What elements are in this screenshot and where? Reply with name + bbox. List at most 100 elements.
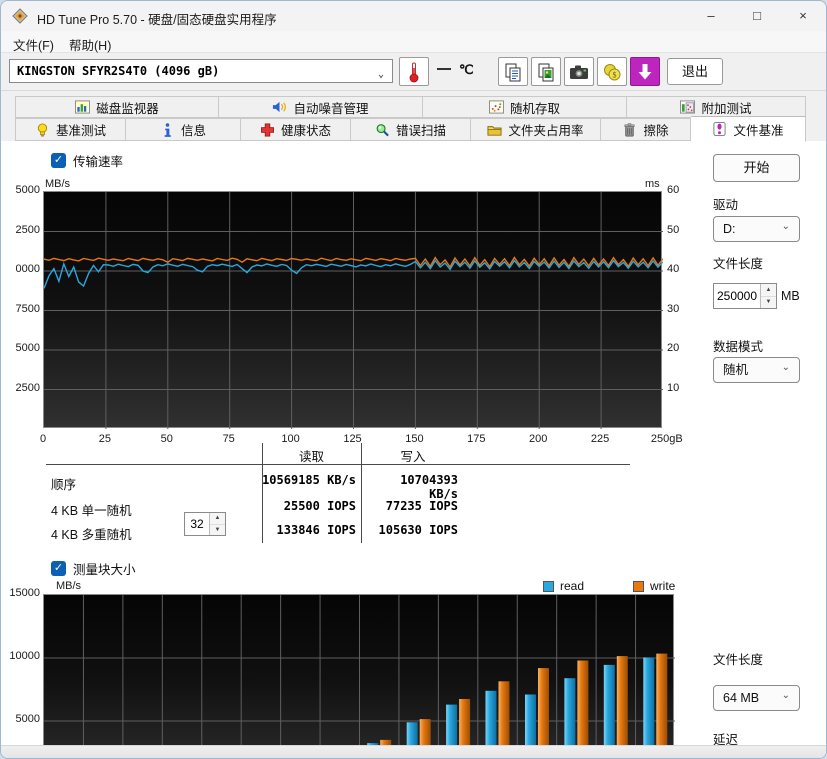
legend-write: write	[633, 579, 675, 593]
queue-depth-value: 32	[185, 513, 209, 535]
tabstrip: 磁盘监视器 自动噪音管理 随机存取	[1, 91, 826, 141]
block-size-chart	[43, 594, 674, 759]
read-swatch	[543, 581, 554, 592]
tab-auto-noise[interactable]: 自动噪音管理	[219, 96, 423, 118]
copy-image-icon	[537, 62, 555, 82]
tab-file-benchmark[interactable]: 文件基准	[691, 116, 806, 142]
chart1-x-tick: 250gB	[651, 433, 683, 445]
copy-image-button[interactable]	[531, 57, 561, 86]
write-bar	[617, 656, 628, 759]
spin-up-icon[interactable]: ▲	[761, 284, 776, 297]
results-col-read: 读取	[263, 446, 360, 465]
tab-label: 健康状态	[281, 120, 331, 139]
error-scan-icon	[375, 123, 390, 137]
maximize-button[interactable]: □	[734, 1, 780, 31]
coins-button[interactable]: $	[597, 57, 627, 86]
table-rule	[46, 464, 630, 465]
chart1-x-tick: 200	[529, 433, 547, 445]
drive-combobox[interactable]: D: ⌄	[713, 216, 800, 242]
download-arrow-button[interactable]	[630, 57, 660, 86]
menu-help[interactable]: 帮助(H)	[63, 34, 117, 55]
legend-write-label: write	[650, 579, 675, 593]
tab-extra-tests[interactable]: 附加测试	[627, 96, 806, 118]
close-button[interactable]: ×	[780, 1, 826, 31]
start-button[interactable]: 开始	[713, 154, 800, 182]
table-separator	[361, 443, 362, 543]
chart2-y-tick: 5000	[7, 713, 40, 725]
drive-select-value: KINGSTON SFYR2S4T0 (4096 gB)	[17, 64, 219, 78]
tab-label: 擦除	[643, 120, 668, 139]
block-file-length-combobox[interactable]: 64 MB ⌄	[713, 685, 800, 711]
temperature-button[interactable]	[399, 57, 429, 86]
tab-label: 基准测试	[56, 120, 106, 139]
transfer-rate-checkbox-row[interactable]: ✓ 传输速率	[51, 151, 123, 170]
tab-health[interactable]: 健康状态	[241, 118, 351, 141]
chart1-yaxis-unit: MB/s	[45, 178, 70, 190]
legend-read: read	[543, 579, 584, 593]
svg-text:$: $	[613, 70, 617, 79]
tab-folder-usage[interactable]: 文件夹占用率	[471, 118, 601, 141]
window-bottom-frame	[1, 745, 826, 759]
extra-tests-icon	[680, 100, 695, 114]
spin-down-icon[interactable]: ▼	[210, 525, 225, 536]
file-length-value: 250000	[714, 284, 760, 308]
chart1-y-right-tick: 30	[667, 303, 679, 315]
chart1-x-tick: 125	[343, 433, 361, 445]
block-size-label: 测量块大小	[73, 559, 136, 578]
spin-up-icon[interactable]: ▲	[210, 513, 225, 525]
row-sequential-label: 顺序	[51, 474, 76, 493]
chart1-y-right-tick: 40	[667, 263, 679, 275]
drive-select[interactable]: KINGSTON SFYR2S4T0 (4096 gB) ⌄	[9, 59, 393, 83]
chart1-y-left-tick: 5000	[13, 342, 40, 354]
benchmark-bulb-icon	[35, 123, 50, 137]
data-mode-combobox[interactable]: 随机 ⌄	[713, 357, 800, 383]
tab-label: 随机存取	[510, 98, 560, 117]
chart1-x-tick: 100	[281, 433, 299, 445]
row-4k-single-write: 77235 IOPS	[366, 499, 458, 513]
temperature-value-dash	[437, 68, 451, 70]
chart1-x-tick: 25	[99, 433, 111, 445]
chart1-y-left-tick: 7500	[13, 303, 40, 315]
chart1-y-right-tick: 50	[667, 224, 679, 236]
block-size-checkbox[interactable]: ✓	[51, 561, 66, 576]
temperature-unit: ℃	[459, 62, 474, 78]
tab-benchmark[interactable]: 基准测试	[15, 118, 126, 141]
hd-tune-window: HD Tune Pro 5.70 - 硬盘/固态硬盘实用程序 – □ × 文件(…	[0, 0, 827, 759]
folder-icon	[487, 123, 502, 137]
spin-down-icon[interactable]: ▼	[761, 297, 776, 309]
menu-file[interactable]: 文件(F)	[7, 34, 60, 55]
copy-text-button[interactable]	[498, 57, 528, 86]
chart1-y-left-tick: 2500	[13, 224, 40, 236]
transfer-rate-checkbox[interactable]: ✓	[51, 153, 66, 168]
chart2-y-tick: 10000	[7, 650, 40, 662]
file-length-spinner[interactable]: 250000 ▲ ▼	[713, 283, 777, 309]
copy-text-icon	[504, 62, 522, 82]
block-size-checkbox-row[interactable]: ✓ 测量块大小	[51, 559, 136, 578]
toolbar: KINGSTON SFYR2S4T0 (4096 gB) ⌄ ℃	[1, 53, 826, 91]
minimize-button[interactable]: –	[688, 1, 734, 31]
chart1-x-tick: 0	[40, 433, 46, 445]
chevron-down-icon: ⌄	[782, 684, 790, 708]
speaker-icon	[272, 100, 287, 114]
tab-disk-monitor[interactable]: 磁盘监视器	[15, 96, 219, 118]
chevron-down-icon: ⌄	[378, 64, 384, 86]
exit-button[interactable]: 退出	[667, 58, 723, 85]
tab-info[interactable]: 信息	[126, 118, 241, 141]
tab-error-scan[interactable]: 错误扫描	[351, 118, 471, 141]
screenshot-button[interactable]	[564, 57, 594, 86]
row-4k-multi-write: 105630 IOPS	[366, 523, 458, 537]
file-length-label: 文件长度	[713, 253, 763, 272]
tabrow-bottom: 基准测试 信息 健康状态 错	[15, 118, 806, 141]
row-4k-multi-label: 4 KB 多重随机	[51, 524, 132, 543]
menubar: 文件(F) 帮助(H)	[1, 31, 826, 53]
tab-random-access[interactable]: 随机存取	[423, 96, 627, 118]
row-4k-single-read: 25500 IOPS	[246, 499, 356, 513]
tab-erase[interactable]: 擦除	[601, 118, 691, 141]
drive-value: D:	[723, 222, 736, 236]
disk-monitor-icon	[75, 100, 90, 114]
tab-label: 文件夹占用率	[508, 120, 583, 139]
queue-depth-spinner[interactable]: 32 ▲ ▼	[184, 512, 226, 536]
block-file-length-value: 64 MB	[723, 691, 759, 705]
tab-label: 自动噪音管理	[293, 98, 368, 117]
chart1-x-tick: 175	[467, 433, 485, 445]
